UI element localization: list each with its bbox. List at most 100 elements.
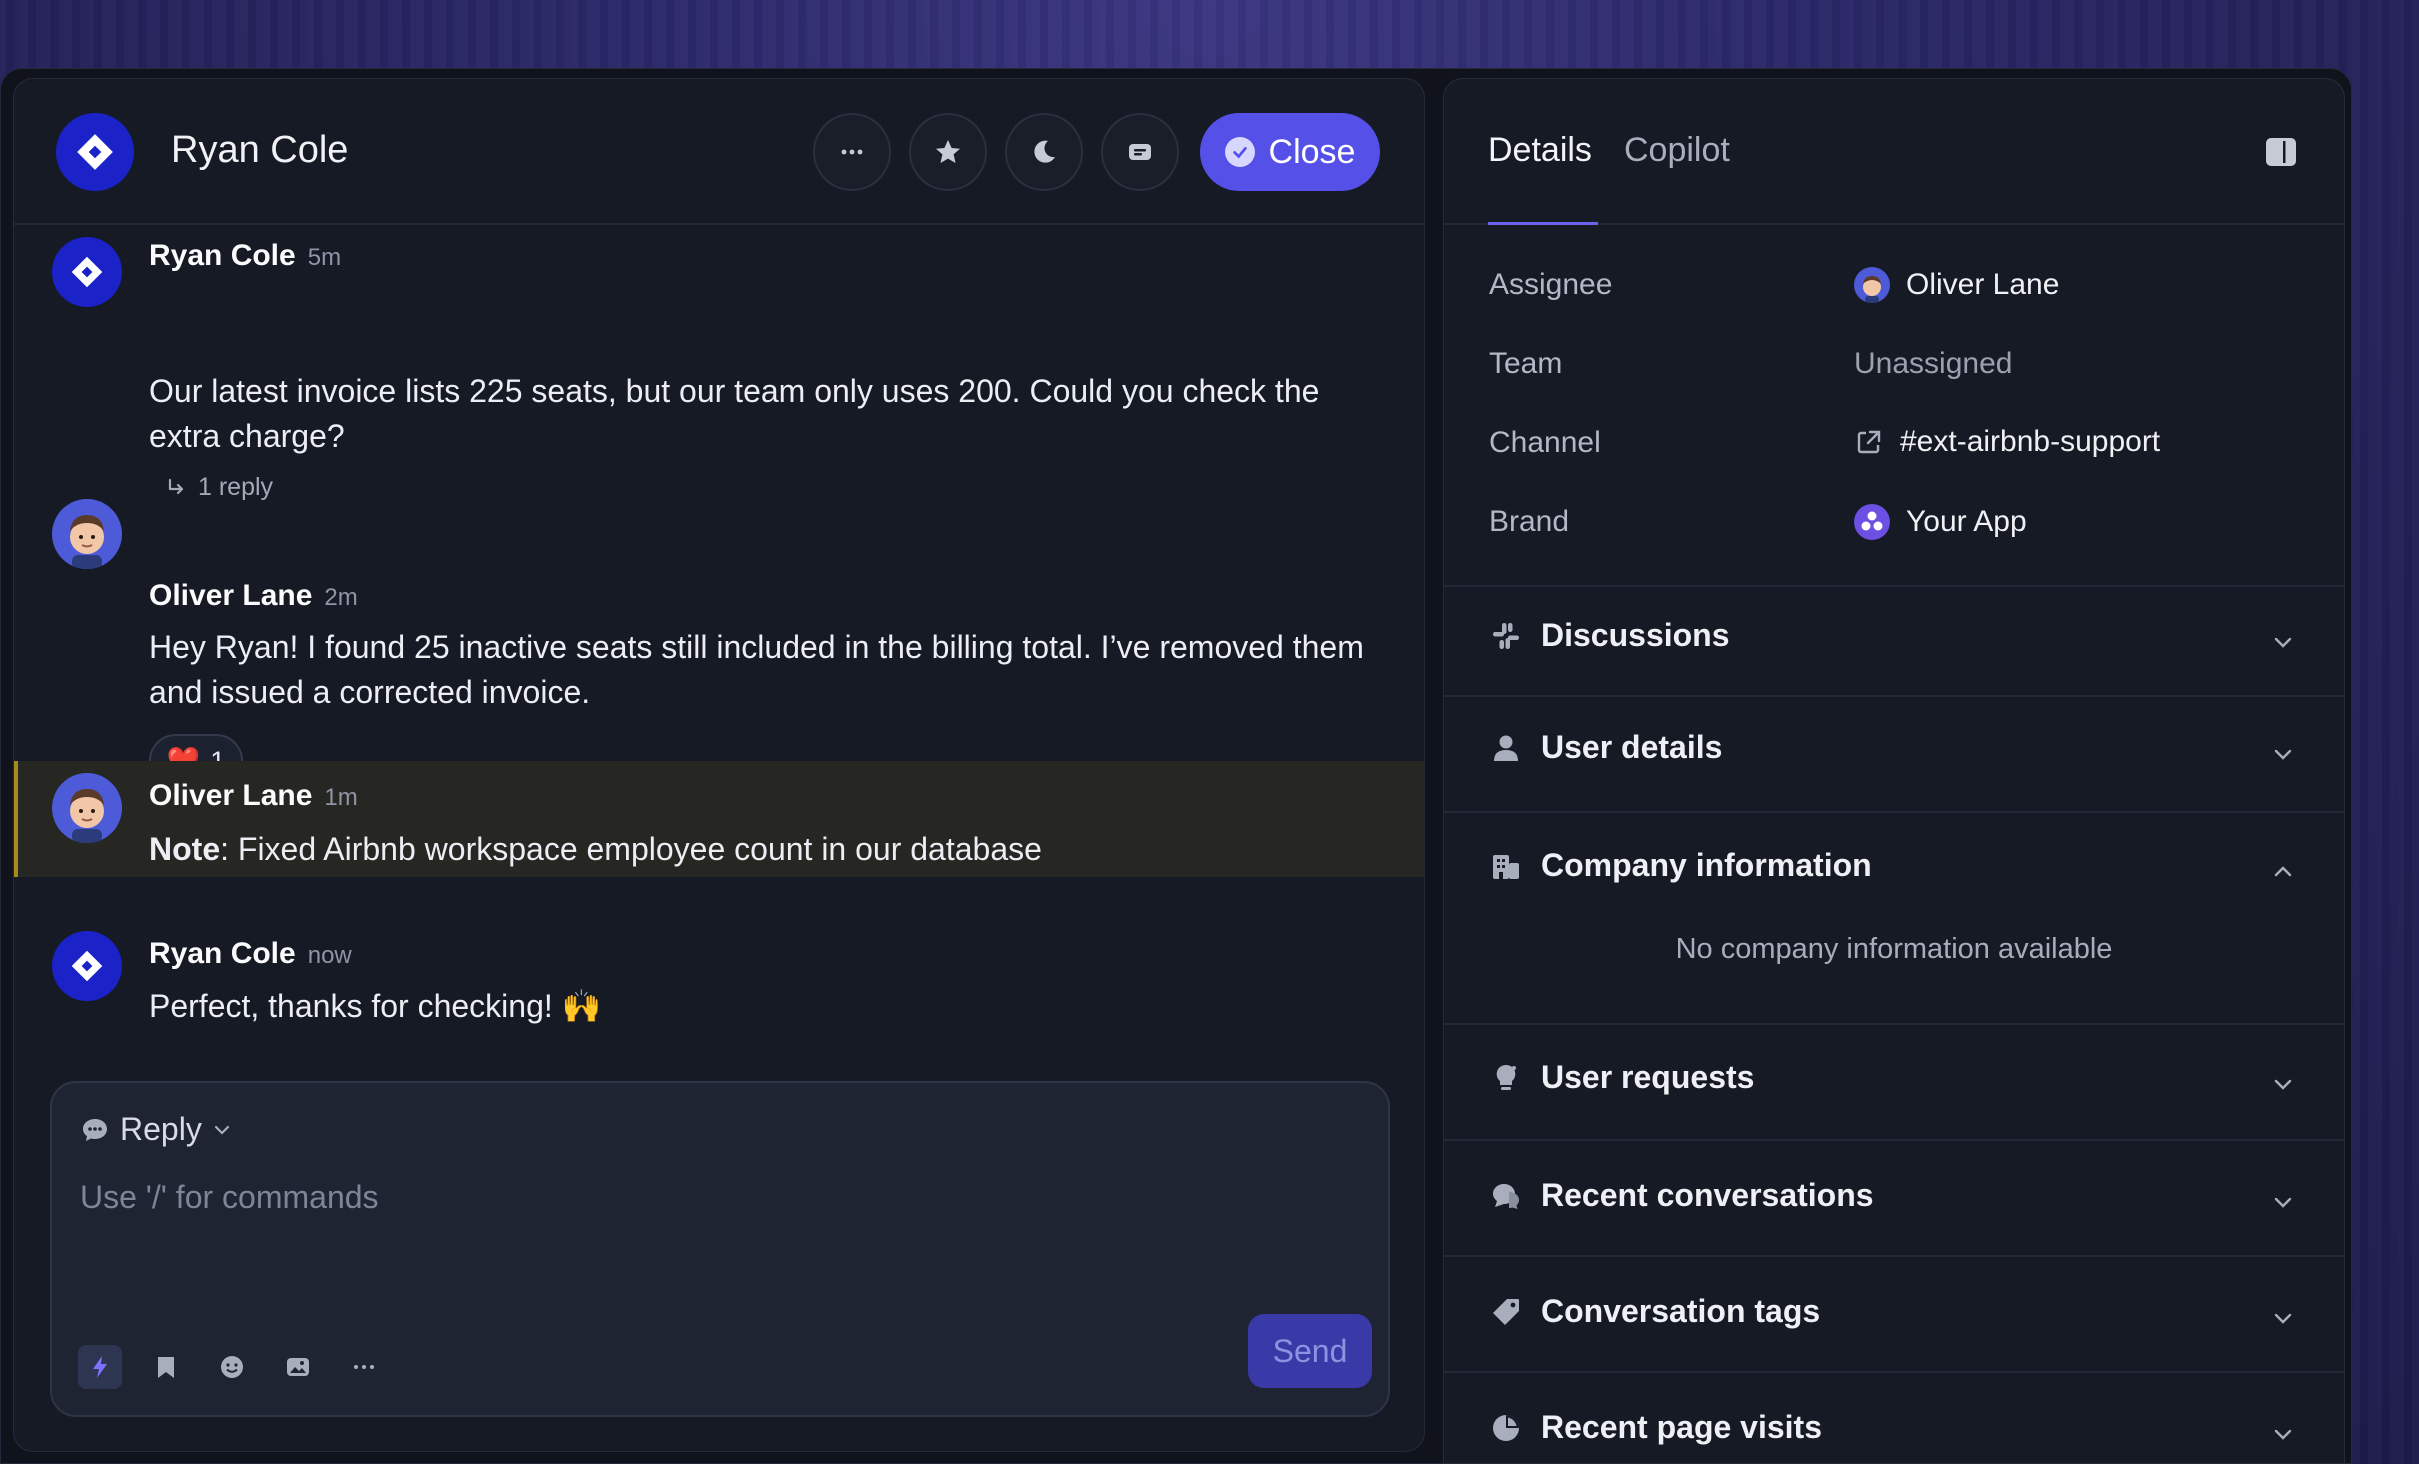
conversation-pane: Ryan Cole Close Ryan Cole 5m Our latest i… xyxy=(13,78,1425,1452)
check-circle-icon xyxy=(1224,137,1255,167)
channel-name: #ext-airbnb-support xyxy=(1900,425,2161,458)
section-title: Recent page visits xyxy=(1541,1409,1822,1445)
replies-count: 1 reply xyxy=(198,473,274,501)
section-user-details[interactable]: User details xyxy=(1444,695,2344,811)
oliver-avatar[interactable] xyxy=(52,773,122,843)
external-link-icon xyxy=(1857,430,1881,454)
brand-logo-icon xyxy=(1854,504,1890,540)
details-sidebar: Details Copilot Assignee Oliver Lane Tea… xyxy=(1443,78,2345,1464)
message-author: Ryan Cole 5m xyxy=(149,239,341,273)
channel-label: Channel xyxy=(1489,426,1601,459)
message-time: 5m xyxy=(307,244,342,271)
star-button[interactable] xyxy=(909,113,987,191)
reply-mode-label: Reply xyxy=(120,1111,202,1147)
reply-mode-dropdown[interactable]: Reply xyxy=(80,1111,232,1148)
author-name: Ryan Cole xyxy=(149,239,296,272)
tab-details[interactable]: Details xyxy=(1488,131,1592,170)
more-options-button[interactable] xyxy=(813,113,891,191)
section-title: Discussions xyxy=(1541,617,1730,653)
assignee-avatar xyxy=(1854,267,1890,303)
section-title: Recent conversations xyxy=(1541,1177,1874,1213)
note-text: : Fixed Airbnb workspace employee count … xyxy=(220,831,1042,867)
person-face-icon xyxy=(70,789,104,843)
person-face-icon xyxy=(70,515,104,569)
section-title: User details xyxy=(1541,729,1723,765)
attach-image-button[interactable] xyxy=(276,1345,320,1389)
brand-diamond-icon xyxy=(71,256,103,288)
building-icon xyxy=(1493,854,1519,879)
close-label: Close xyxy=(1268,132,1356,171)
contact-avatar[interactable] xyxy=(56,113,134,191)
composer-toolbar xyxy=(78,1345,386,1389)
section-conversation-tags[interactable]: Conversation tags xyxy=(1444,1255,2344,1371)
tag-icon xyxy=(1493,1298,1519,1325)
convert-ticket-button[interactable] xyxy=(1101,113,1179,191)
sidebar-toggle-icon[interactable] xyxy=(2264,135,2298,169)
brand-diamond-icon xyxy=(77,134,113,170)
note-prefix: Note xyxy=(149,831,221,867)
ticket-icon xyxy=(1129,144,1151,160)
brand-label: Brand xyxy=(1489,505,1570,538)
star-icon xyxy=(936,140,960,163)
section-user-requests[interactable]: User requests xyxy=(1444,1023,2344,1139)
brand-diamond-icon xyxy=(71,950,103,982)
message-author: Oliver Lane 2m xyxy=(149,579,358,613)
chevron-down-icon xyxy=(2274,1313,2292,1324)
ellipsis-icon xyxy=(354,1365,374,1369)
author-name: Ryan Cole xyxy=(149,937,296,970)
section-discussions[interactable]: Discussions xyxy=(1444,585,2344,695)
assignee-name: Oliver Lane xyxy=(1906,268,2060,301)
chevron-up-icon xyxy=(2274,866,2292,877)
lightbulb-icon xyxy=(1496,1064,1516,1090)
chevron-down-icon xyxy=(2274,1429,2292,1440)
author-name: Oliver Lane xyxy=(149,579,313,612)
message-body: Perfect, thanks for checking! 🙌 xyxy=(149,988,602,1024)
section-company-information[interactable]: Company information No company informati… xyxy=(1444,811,2344,1023)
more-tools-button[interactable] xyxy=(342,1345,386,1389)
bookmark-icon xyxy=(158,1357,174,1378)
emoji-button[interactable] xyxy=(210,1345,254,1389)
moon-icon xyxy=(1034,140,1055,163)
message-body: Hey Ryan! I found 25 inactive seats stil… xyxy=(149,629,1364,710)
brand-value[interactable]: Your App xyxy=(1854,504,2027,540)
channel-value[interactable]: #ext-airbnb-support xyxy=(1854,425,2160,459)
close-conversation-button[interactable]: Close xyxy=(1200,113,1380,191)
section-recent-conversations[interactable]: Recent conversations xyxy=(1444,1139,2344,1255)
macros-button[interactable] xyxy=(78,1345,122,1389)
message-body: Our latest invoice lists 225 seats, but … xyxy=(149,373,1320,454)
ryan-avatar[interactable] xyxy=(52,931,122,1001)
image-icon xyxy=(287,1358,309,1376)
lightning-icon xyxy=(93,1356,107,1378)
chat-bubbles-icon xyxy=(1493,1183,1519,1209)
assignee-value[interactable]: Oliver Lane xyxy=(1854,267,2059,303)
chevron-down-icon xyxy=(2274,749,2292,760)
active-tab-indicator xyxy=(1488,222,1598,225)
message-author: Oliver Lane 1m xyxy=(149,779,358,813)
chevron-down-icon xyxy=(2274,1197,2292,1208)
chat-bubble-icon xyxy=(83,1118,107,1141)
send-button[interactable]: Send xyxy=(1248,1314,1372,1388)
message-time: 1m xyxy=(324,784,358,811)
user-icon xyxy=(1494,735,1518,761)
tab-copilot[interactable]: Copilot xyxy=(1624,131,1730,170)
message-time: 2m xyxy=(324,584,358,611)
message-time: now xyxy=(307,942,352,969)
brand-name: Your App xyxy=(1906,505,2027,538)
snooze-button[interactable] xyxy=(1005,113,1083,191)
team-value[interactable]: Unassigned xyxy=(1854,347,2012,381)
slack-icon xyxy=(1493,622,1519,649)
saved-replies-button[interactable] xyxy=(144,1345,188,1389)
chevron-down-icon xyxy=(214,1125,229,1135)
chevron-down-icon xyxy=(2274,1079,2292,1090)
section-title: Company information xyxy=(1541,847,1872,883)
company-empty-state: No company information available xyxy=(1675,933,2113,965)
composer-input[interactable]: Use '/' for commands xyxy=(80,1179,379,1216)
ryan-avatar[interactable] xyxy=(52,237,122,307)
section-recent-page-visits[interactable]: Recent page visits xyxy=(1444,1371,2344,1463)
conversation-title: Ryan Cole xyxy=(171,129,349,171)
thread-replies-link[interactable]: 1 reply xyxy=(164,473,273,502)
smiley-icon xyxy=(221,1356,243,1378)
oliver-avatar[interactable] xyxy=(52,499,122,569)
reply-composer[interactable]: Reply Use '/' for commands Send xyxy=(50,1081,1390,1417)
ellipsis-icon xyxy=(841,149,863,155)
